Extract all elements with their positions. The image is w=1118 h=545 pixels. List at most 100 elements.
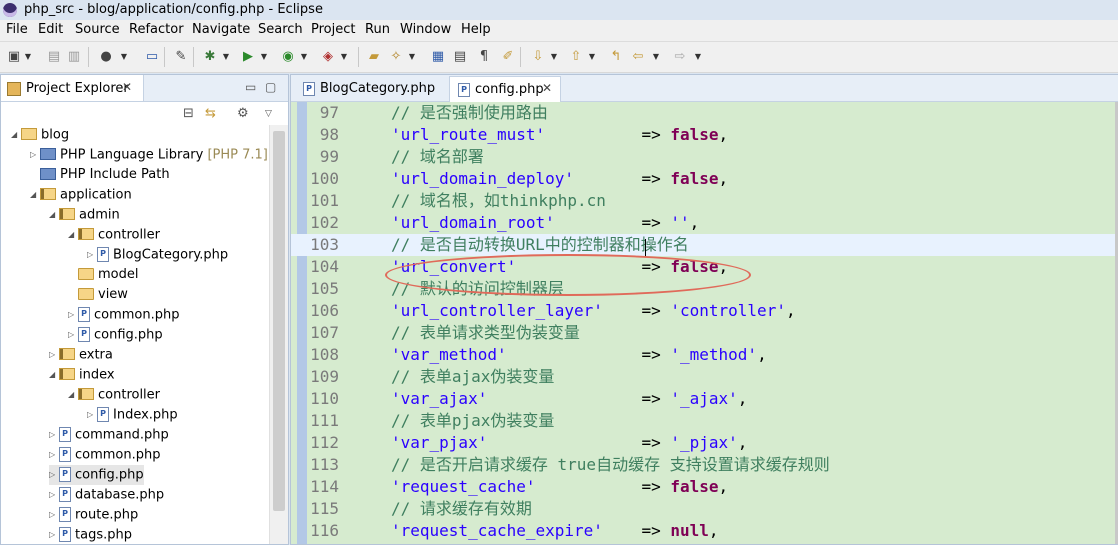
tree-item[interactable]: ▷ Pdatabase.php xyxy=(49,485,164,505)
next-annotation-dropdown-icon[interactable]: ▼ xyxy=(550,49,558,65)
collapse-all-icon[interactable]: ⊟ xyxy=(183,106,194,121)
tree-item[interactable]: model xyxy=(68,265,138,285)
collapsed-arrow-icon[interactable]: ▷ xyxy=(87,245,97,265)
wand-dropdown-icon[interactable]: ▼ xyxy=(408,49,416,65)
bug-icon[interactable]: ✱ xyxy=(202,49,218,65)
back-icon[interactable]: ⇦ xyxy=(630,49,646,65)
run-dropdown-icon[interactable]: ▼ xyxy=(260,49,268,65)
collapsed-arrow-icon[interactable]: ▷ xyxy=(49,525,59,544)
highlight-icon[interactable]: ✐ xyxy=(500,49,516,65)
tree-item[interactable]: ◢ controller xyxy=(68,225,160,245)
view-menu-icon[interactable]: ▽ xyxy=(265,109,272,119)
pin-icon[interactable]: ✎ xyxy=(173,49,189,65)
forward-icon[interactable]: ⇨ xyxy=(672,49,688,65)
menu-project[interactable]: Project xyxy=(311,22,355,37)
tree-item[interactable]: ▷ Pcommon.php xyxy=(49,445,161,465)
code-line[interactable]: 106 'url_controller_layer' => 'controller… xyxy=(291,300,1118,322)
save-all-icon[interactable]: ▥ xyxy=(66,49,82,65)
menu-refactor[interactable]: Refactor xyxy=(129,22,184,37)
back-dropdown-icon[interactable]: ▼ xyxy=(652,49,660,65)
wand-icon[interactable]: ✧ xyxy=(388,49,404,65)
tree-item[interactable]: ◢ application xyxy=(30,185,132,205)
code-line[interactable]: 102 'url_domain_root' => '', xyxy=(291,212,1118,234)
menu-help[interactable]: Help xyxy=(461,22,491,37)
code-line[interactable]: 115 // 请求缓存有效期 xyxy=(291,498,1118,520)
code-line[interactable]: 112 'var_pjax' => '_pjax', xyxy=(291,432,1118,454)
code-line[interactable]: 109 // 表单ajax伪装变量 xyxy=(291,366,1118,388)
show-whitespace-icon[interactable]: ¶ xyxy=(476,49,492,65)
collapsed-arrow-icon[interactable]: ▷ xyxy=(49,505,59,525)
tree-item[interactable]: ▷ P BlogCategory.php xyxy=(87,245,228,265)
expanded-arrow-icon[interactable]: ◢ xyxy=(49,365,59,385)
tree-item[interactable]: view xyxy=(68,285,128,305)
code-line[interactable]: 111 // 表单pjax伪装变量 xyxy=(291,410,1118,432)
code-line[interactable]: 103// 是否自动转换URL中的控制器和操作名 xyxy=(291,234,1118,256)
tree-item[interactable]: ▷ Pcommand.php xyxy=(49,425,169,445)
tree-item[interactable]: ◢ blog xyxy=(11,125,69,145)
minimize-icon[interactable]: ▭ xyxy=(245,80,256,94)
tab-project-explorer[interactable]: Project Explorer ✕ xyxy=(1,75,144,101)
tree-item[interactable]: ▷ extra xyxy=(49,345,113,365)
code-line[interactable]: 114 'request_cache' => false, xyxy=(291,476,1118,498)
code-line[interactable]: 110 'var_ajax' => '_ajax', xyxy=(291,388,1118,410)
collapsed-arrow-icon[interactable]: ▷ xyxy=(49,445,59,465)
save-icon[interactable]: ▤ xyxy=(46,49,62,65)
menu-run[interactable]: Run xyxy=(365,22,390,37)
tree-item[interactable]: ▷ Proute.php xyxy=(49,505,138,525)
expanded-arrow-icon[interactable]: ◢ xyxy=(30,185,40,205)
close-icon[interactable]: ✕ xyxy=(122,80,132,94)
tree-item[interactable]: ▷ Ptags.php xyxy=(49,525,132,544)
external-dropdown-icon[interactable]: ▼ xyxy=(300,49,308,65)
tree-item[interactable]: ◢ controller xyxy=(68,385,160,405)
close-tab-icon[interactable]: ✕ xyxy=(542,81,552,95)
run-external-icon[interactable]: ◉ xyxy=(280,49,296,65)
new-icon[interactable]: ▣ xyxy=(6,49,22,65)
tab-config-php[interactable]: P config.php ✕ xyxy=(449,76,561,102)
collapsed-arrow-icon[interactable]: ▷ xyxy=(49,425,59,445)
maximize-icon[interactable]: ▢ xyxy=(265,80,276,94)
link-editor-icon[interactable]: ⇆ xyxy=(205,106,216,121)
tree-item[interactable]: PHP Include Path xyxy=(30,165,170,185)
code-line[interactable]: 113 // 是否开启请求缓存 true自动缓存 支持设置请求缓存规则 xyxy=(291,454,1118,476)
collapsed-arrow-icon[interactable]: ▷ xyxy=(68,325,78,345)
collapsed-arrow-icon[interactable]: ▷ xyxy=(30,145,40,165)
code-line[interactable]: 108 'var_method' => '_method', xyxy=(291,344,1118,366)
explorer-scrollbar[interactable] xyxy=(269,125,288,544)
menu-source[interactable]: Source xyxy=(75,22,120,37)
menu-search[interactable]: Search xyxy=(258,22,303,37)
menu-edit[interactable]: Edit xyxy=(38,22,63,37)
tab-blogcategory-php[interactable]: P BlogCategory.php xyxy=(295,76,445,101)
debug-dropdown-icon[interactable]: ▼ xyxy=(222,49,230,65)
focus-icon[interactable]: ⚙ xyxy=(237,106,249,121)
collapsed-arrow-icon[interactable]: ▷ xyxy=(49,465,59,485)
code-line[interactable]: 100 'url_domain_deploy' => false, xyxy=(291,168,1118,190)
tree-item[interactable]: ▷ Pconfig.php xyxy=(68,325,163,345)
expanded-arrow-icon[interactable]: ◢ xyxy=(68,385,78,405)
code-line[interactable]: 105 // 默认的访问控制器层 xyxy=(291,278,1118,300)
last-edit-icon[interactable]: ↰ xyxy=(608,49,624,65)
collapsed-arrow-icon[interactable]: ▷ xyxy=(49,485,59,505)
code-line[interactable]: 98 'url_route_must' => false, xyxy=(291,124,1118,146)
tree-item[interactable]: ▷ P Index.php xyxy=(87,405,178,425)
menu-file[interactable]: File xyxy=(6,22,28,37)
code-line[interactable]: 116 'request_cache_expire' => null, xyxy=(291,520,1118,542)
tree-item[interactable]: ▷ Pcommon.php xyxy=(68,305,180,325)
tree-item[interactable]: ◢ index xyxy=(49,365,115,385)
toggle-mark-icon[interactable]: ▤ xyxy=(452,49,468,65)
prev-annotation-dropdown-icon[interactable]: ▼ xyxy=(588,49,596,65)
code-line[interactable]: 101 // 域名根，如thinkphp.cn xyxy=(291,190,1118,212)
menu-navigate[interactable]: Navigate xyxy=(192,22,250,37)
open-folder-icon[interactable]: ▰ xyxy=(366,49,382,65)
collapsed-arrow-icon[interactable]: ▷ xyxy=(49,345,59,365)
code-line[interactable]: 107 // 表单请求类型伪装变量 xyxy=(291,322,1118,344)
code-line[interactable]: 99 // 域名部署 xyxy=(291,146,1118,168)
user-dropdown-icon[interactable]: ▼ xyxy=(120,49,128,65)
code-line[interactable]: 97 // 是否强制使用路由 xyxy=(291,102,1118,124)
collapsed-arrow-icon[interactable]: ▷ xyxy=(87,405,97,425)
scrollbar-thumb[interactable] xyxy=(273,131,285,511)
tree-item[interactable]: ▷ PHP Language Library [PHP 7.1] xyxy=(30,145,268,165)
next-annotation-icon[interactable]: ⇩ xyxy=(530,49,546,65)
task-icon[interactable]: ▦ xyxy=(430,49,446,65)
menu-window[interactable]: Window xyxy=(400,22,451,37)
code-area[interactable]: 97 // 是否强制使用路由 98 'url_route_must' => false… xyxy=(291,102,1118,544)
